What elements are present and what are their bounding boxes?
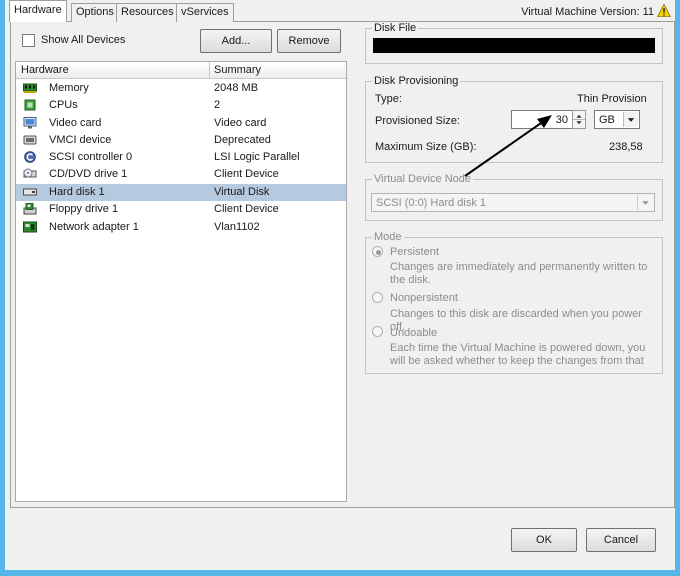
remove-button[interactable]: Remove: [277, 29, 341, 53]
window-frame-right: [675, 0, 680, 576]
nonpersistent-radio[interactable]: [372, 292, 383, 303]
tab-options[interactable]: Options: [71, 3, 119, 22]
hard-disk-icon: [23, 188, 37, 196]
device-row-cpus[interactable]: CPUs 2: [16, 97, 346, 114]
video-card-icon: [23, 117, 37, 129]
persistent-description: Changes are immediately and permanently …: [390, 261, 648, 286]
persistent-radio[interactable]: [372, 246, 383, 257]
chevron-down-icon[interactable]: [623, 112, 638, 127]
device-name: Hard disk 1: [49, 186, 105, 198]
device-summary: Client Device: [214, 203, 279, 215]
nonpersistent-label: Nonpersistent: [390, 292, 458, 304]
virtual-device-node-select[interactable]: SCSI (0:0) Hard disk 1: [371, 193, 655, 212]
device-row-vmci-device[interactable]: VMCI device Deprecated: [16, 132, 346, 149]
size-unit-value: GB: [599, 114, 615, 126]
cd-dvd-icon: [23, 168, 37, 178]
disk-provisioning-legend: Disk Provisioning: [372, 75, 461, 87]
device-summary: 2048 MB: [214, 82, 259, 94]
column-header-summary[interactable]: Summary: [214, 64, 261, 76]
cpu-icon: [24, 99, 36, 111]
column-divider[interactable]: [209, 62, 210, 79]
device-summary: Client Device: [214, 168, 279, 180]
network-adapter-icon: [23, 221, 37, 233]
annotation-arrow: [464, 115, 552, 177]
undoable-label: Undoable: [390, 327, 438, 339]
undoable-description: Each time the Virtual Machine is powered…: [390, 342, 646, 367]
device-name: Floppy drive 1: [49, 203, 119, 215]
window-frame-left: [0, 0, 5, 576]
device-row-cd-dvd-drive[interactable]: CD/DVD drive 1 Client Device: [16, 166, 346, 183]
show-all-devices-checkbox[interactable]: [22, 34, 35, 47]
vm-version-label: Virtual Machine Version: 11: [521, 6, 654, 18]
column-header-hardware[interactable]: Hardware: [21, 64, 69, 76]
device-summary: Deprecated: [214, 134, 271, 146]
device-summary: Video card: [214, 117, 267, 129]
disk-file-field[interactable]: [373, 38, 655, 53]
device-row-scsi-controller[interactable]: SCSI controller 0 LSI Logic Parallel: [16, 149, 346, 166]
disk-file-legend: Disk File: [372, 22, 419, 34]
device-summary: LSI Logic Parallel: [214, 151, 300, 163]
vmci-device-icon: [23, 135, 37, 145]
show-all-devices-label: Show All Devices: [41, 34, 126, 46]
add-button[interactable]: Add...: [200, 29, 272, 53]
device-name: SCSI controller 0: [49, 151, 133, 163]
device-row-floppy-drive[interactable]: Floppy drive 1 Client Device: [16, 201, 346, 218]
device-name: Memory: [49, 82, 89, 94]
mode-legend: Mode: [372, 231, 404, 243]
window-frame-bottom: [0, 570, 680, 576]
floppy-icon: [23, 203, 37, 215]
type-label: Type:: [375, 93, 402, 105]
warning-icon: [657, 4, 671, 17]
maximum-size-value: 238,58: [609, 141, 643, 153]
chevron-down-icon[interactable]: [637, 195, 653, 210]
tab-resources[interactable]: Resources: [116, 3, 179, 22]
device-row-hard-disk[interactable]: Hard disk 1 Virtual Disk: [16, 184, 346, 201]
device-row-memory[interactable]: Memory 2048 MB: [16, 80, 346, 97]
cancel-button[interactable]: Cancel: [586, 528, 656, 552]
device-name: Network adapter 1: [49, 221, 139, 233]
type-value: Thin Provision: [577, 93, 647, 105]
device-summary: Vlan1102: [214, 221, 260, 233]
device-summary: 2: [214, 99, 221, 111]
virtual-device-node-legend: Virtual Device Node: [372, 173, 474, 185]
device-row-network-adapter[interactable]: Network adapter 1 Vlan1102: [16, 219, 346, 236]
virtual-device-node-value: SCSI (0:0) Hard disk 1: [376, 197, 487, 209]
memory-icon: [23, 83, 37, 93]
undoable-radio[interactable]: [372, 326, 383, 337]
device-name: Video card: [49, 117, 102, 129]
provisioned-size-label: Provisioned Size:: [375, 115, 460, 127]
scsi-controller-icon: [24, 151, 36, 163]
persistent-label: Persistent: [390, 246, 439, 258]
device-summary: Virtual Disk: [214, 186, 270, 198]
device-name: VMCI device: [49, 134, 112, 146]
device-row-video-card[interactable]: Video card Video card: [16, 115, 346, 132]
size-spinner[interactable]: [572, 110, 586, 129]
device-name: CD/DVD drive 1: [49, 168, 128, 180]
device-name: CPUs: [49, 99, 78, 111]
tab-vservices[interactable]: vServices: [176, 3, 234, 22]
ok-button[interactable]: OK: [511, 528, 577, 552]
hardware-device-list[interactable]: Hardware Summary Memory 2048 MB CPUs 2 V…: [15, 61, 347, 502]
list-header: Hardware Summary: [16, 62, 346, 79]
tab-hardware[interactable]: Hardware: [9, 0, 67, 22]
